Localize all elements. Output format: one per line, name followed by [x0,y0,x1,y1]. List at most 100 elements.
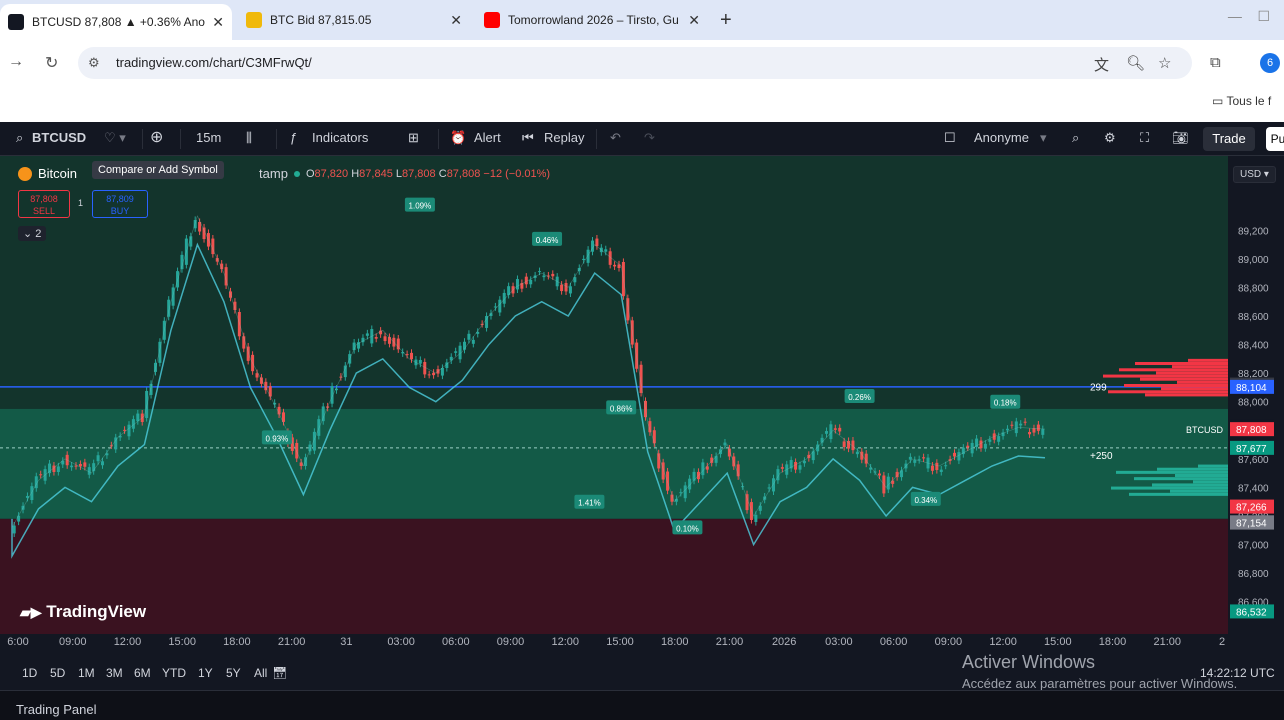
price-chart[interactable]: 89,20089,00088,80088,60088,40088,20088,0… [0,156,1284,656]
sell-button[interactable]: 87,808 SELL [18,190,70,218]
browser-tab-btc-bid[interactable]: BTC Bid 87,815.05 ✕ [238,6,470,34]
range-button-1m[interactable]: 1M [78,666,95,680]
trading-panel-label: Trading Panel [16,702,97,717]
candle-body [295,442,299,459]
indicators-collapse-toggle[interactable]: ⌄ 2 [18,226,47,241]
symbol-search-icon[interactable]: ⌕ [16,130,23,146]
time-tick-label: 6:00 [7,636,28,648]
volume-profile-bar [1161,387,1228,391]
candle-body [714,456,718,463]
settings-gear-icon[interactable]: ⚙ [1104,130,1116,146]
chart-type-icon[interactable]: ⫼ [246,130,252,146]
date-range-icon[interactable]: 📅︎ [272,666,287,680]
candle-body [237,312,241,337]
close-tab-icon[interactable]: ✕ [450,12,462,29]
extensions-icon[interactable]: ⧉ [1210,54,1221,71]
tradingview-mark-icon: ▰▶ [20,604,42,620]
volume-profile-bar [1116,470,1228,474]
redo-icon[interactable]: ↷ [644,130,655,146]
candle-body [74,465,78,467]
compare-symbol-icon[interactable]: ⊕ [150,127,163,147]
time-tick-label: 18:00 [223,636,251,648]
candle-body [145,390,149,418]
alert-button[interactable]: Alert [474,130,501,145]
range-button-1d[interactable]: 1D [22,666,37,680]
chart-toolbar: ⌕ BTCUSD ♡ ▾ ⊕ 15m ⫼ ƒ Indicators ⊞ ⏰ Al… [0,122,1284,156]
profile-avatar[interactable]: 6 [1260,53,1280,73]
candle-body [913,460,917,463]
bookmark-folder[interactable]: ▭ Tous le f [1212,94,1271,108]
brand-name: TradingView [46,602,147,621]
publish-button[interactable]: Pu [1266,127,1284,151]
candle-body [966,445,970,448]
layout-name-dropdown[interactable]: Anonyme [974,130,1029,145]
trading-panel-bar[interactable]: Trading Panel [0,690,1284,720]
browser-tab-tradingview[interactable]: BTCUSD 87,808 ▲ +0.36% Ano ✕ [0,4,232,40]
candle-body [560,284,564,292]
candle-body [953,452,957,457]
browser-tab-youtube[interactable]: Tomorrowland 2026 – Tirsto, Gu ✕ [476,6,708,34]
time-tick-label: 15:00 [1044,636,1072,648]
templates-icon[interactable]: ⊞ [408,130,419,146]
symbol-search-button[interactable]: BTCUSD [32,130,86,145]
fullscreen-icon[interactable]: ⛶ [1140,130,1149,146]
new-tab-button[interactable]: + [720,9,732,32]
range-button-6m[interactable]: 6M [134,666,151,680]
range-button-1y[interactable]: 1Y [198,666,213,680]
watchlist-dropdown-icon[interactable]: ♡ ▾ [104,130,126,146]
volume-profile-bar [1140,377,1228,381]
candle-body [1036,424,1040,431]
translate-icon[interactable]: 文 [1094,54,1109,75]
undo-icon[interactable]: ↶ [610,130,621,146]
range-button-5d[interactable]: 5D [50,666,65,680]
volume-profile-bar [1175,474,1228,477]
close-tab-icon[interactable]: ✕ [212,14,224,31]
replay-button[interactable]: Replay [544,130,584,145]
quick-search-icon[interactable]: ⌕ [1072,130,1079,146]
price-tick-label: 87,000 [1238,541,1269,552]
candle-body [944,465,948,467]
url-field[interactable]: ⚙ tradingview.com/chart/C3MFrwQt/ [78,47,1192,79]
candle-body [930,465,934,471]
buy-button[interactable]: 87,809 BUY [92,190,148,218]
currency-selector[interactable]: USD ▾ [1233,166,1276,183]
indicators-button[interactable]: Indicators [312,130,368,145]
toolbar-divider [596,129,597,149]
candle-body [1019,423,1023,426]
range-button-5y[interactable]: 5Y [226,666,241,680]
range-button-ytd[interactable]: YTD [162,666,186,680]
candle-body [538,271,542,273]
coin-favicon-icon [246,12,262,28]
zoom-icon[interactable]: 🔍︎ [1126,54,1145,72]
bookmark-star-icon[interactable]: ☆ [1158,54,1171,72]
buy-label: BUY [110,206,130,216]
price-tick-label: 88,600 [1238,312,1269,323]
volume-profile-bar [1103,374,1228,378]
legend-open: 87,820 [314,167,349,180]
layout-icon[interactable]: ☐ [944,130,956,146]
candle-body [17,515,21,522]
site-info-icon[interactable]: ⚙ [88,55,100,71]
volume-profile-label: +250 [1090,451,1113,462]
forward-icon[interactable]: → [8,53,24,71]
price-axis-label: 87,677 [1236,444,1267,455]
camera-icon[interactable]: 📷︎ [1172,130,1189,146]
time-tick-label: 06:00 [442,636,470,648]
indicators-icon: ƒ [290,130,298,145]
trade-button[interactable]: Trade [1203,127,1255,151]
chart-area[interactable]: 89,200 89,000 88,800 88,600 88,400 88,200 88,0… [0,156,1284,656]
candle-body [427,374,431,376]
range-button-3m[interactable]: 3M [106,666,123,680]
close-tab-icon[interactable]: ✕ [688,12,700,29]
interval-button[interactable]: 15m [196,130,221,145]
range-button-all[interactable]: All [254,666,267,680]
reload-icon[interactable]: ↻ [45,53,58,73]
candle-body [586,249,590,263]
layout-dropdown-icon[interactable]: ▾ [1040,130,1047,146]
candle-body [900,470,904,478]
window-controls[interactable]: — ☐ [1228,8,1270,25]
candle-body [96,455,100,462]
candle-body [136,413,140,422]
candle-body [365,333,369,336]
swing-percent-label: 1.09% [409,202,432,211]
